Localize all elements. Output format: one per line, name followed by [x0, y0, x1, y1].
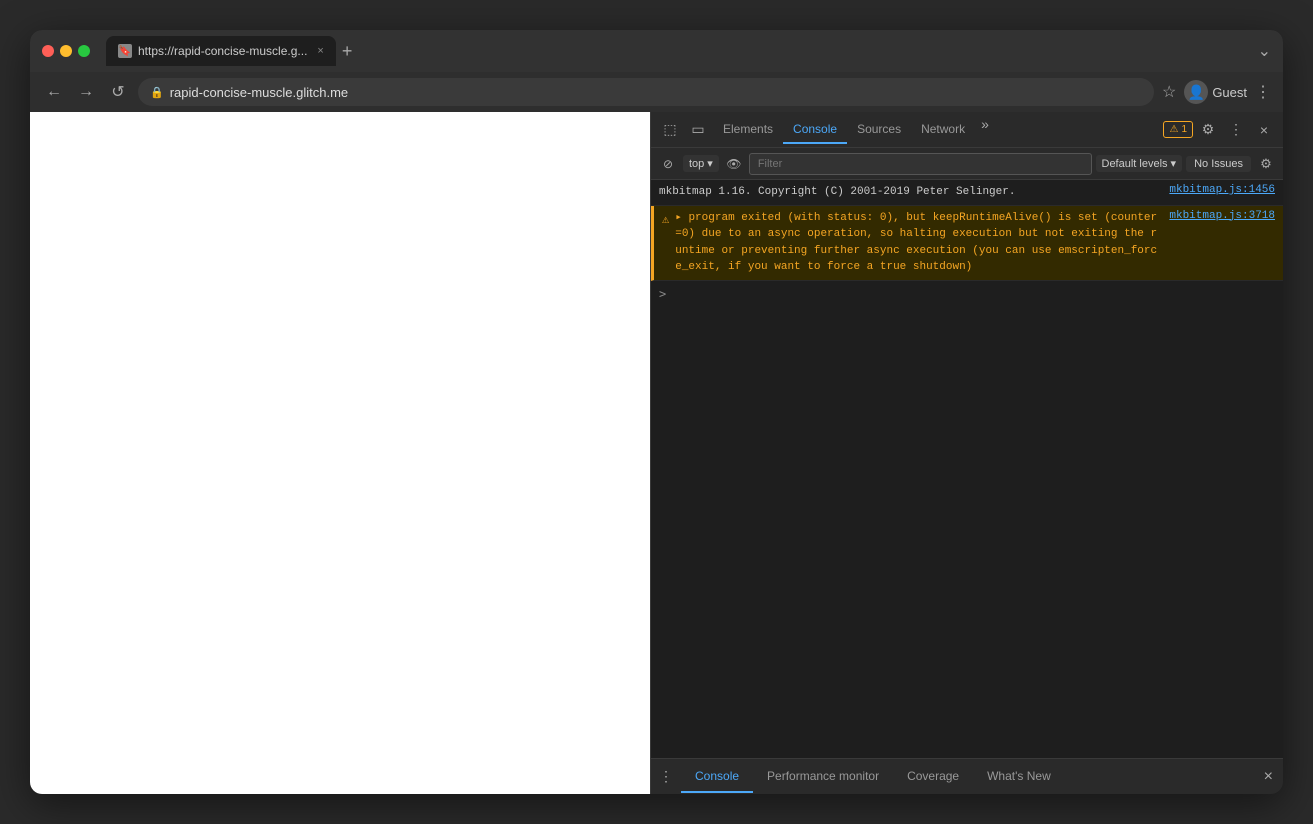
levels-select[interactable]: Default levels ▾	[1096, 155, 1183, 172]
user-profile-button[interactable]: 👤 Guest	[1184, 80, 1247, 104]
warning-icon: ⚠	[1169, 124, 1178, 135]
context-select[interactable]: top ▾	[683, 155, 719, 172]
back-button[interactable]: ←	[42, 80, 66, 104]
warning-triangle-icon: ⚠	[662, 212, 669, 227]
devtools-tabs: Elements Console Sources Network »	[713, 116, 1161, 144]
reload-button[interactable]: ↺	[106, 80, 130, 104]
tab-favicon: 🔖	[118, 44, 132, 58]
chrome-menu-icon[interactable]: ⋮	[1255, 82, 1271, 102]
levels-label: Default levels	[1102, 158, 1168, 170]
drawer-tabs: Console Performance monitor Coverage Wha…	[681, 761, 1065, 793]
minimize-traffic-light[interactable]	[60, 45, 72, 57]
levels-arrow-icon: ▾	[1171, 157, 1177, 170]
console-toolbar: ⊘ top ▾ 👁 Default levels ▾ No Issues ⚙	[651, 148, 1283, 180]
tab-network[interactable]: Network	[911, 116, 975, 144]
tab-url-label: https://rapid-concise-muscle.g...	[138, 44, 307, 58]
new-tab-button[interactable]: +	[342, 42, 353, 60]
console-output: mkbitmap 1.16. Copyright (C) 2001-2019 P…	[651, 180, 1283, 758]
browser-window: 🔖 https://rapid-concise-muscle.g... × + …	[30, 30, 1283, 794]
address-text: rapid-concise-muscle.glitch.me	[170, 85, 348, 100]
device-emulation-icon[interactable]: ▭	[685, 117, 711, 143]
devtools-settings-icon[interactable]: ⚙	[1195, 117, 1221, 143]
lock-icon: 🔒	[150, 86, 164, 99]
traffic-lights	[42, 45, 90, 57]
drawer-close-button[interactable]: ×	[1254, 768, 1283, 786]
more-tabs-button[interactable]: »	[975, 116, 995, 144]
clear-console-button[interactable]: ⊘	[657, 153, 679, 175]
tab-close-button[interactable]: ×	[317, 45, 323, 57]
drawer-tab-coverage[interactable]: Coverage	[893, 761, 973, 793]
devtools-toolbar: ⬚ ▭ Elements Console Sources Network	[651, 112, 1283, 148]
address-bar[interactable]: 🔒 rapid-concise-muscle.glitch.me	[138, 78, 1154, 106]
console-message-text-2: ▸ program exited (with status: 0), but k…	[675, 210, 1163, 276]
filter-input[interactable]	[749, 153, 1092, 175]
tab-console[interactable]: Console	[783, 116, 847, 144]
avatar: 👤	[1184, 80, 1208, 104]
console-link-1[interactable]: mkbitmap.js:1456	[1169, 184, 1275, 196]
devtools-close-button[interactable]: ×	[1251, 117, 1277, 143]
nav-bar: ← → ↺ 🔒 rapid-concise-muscle.glitch.me ☆…	[30, 72, 1283, 112]
drawer-tab-whats-new[interactable]: What's New	[973, 761, 1065, 793]
inspect-element-icon[interactable]: ⬚	[657, 117, 683, 143]
tabs-area: 🔖 https://rapid-concise-muscle.g... × +	[106, 36, 1250, 66]
console-message-2: ⚠ ▸ program exited (with status: 0), but…	[651, 206, 1283, 281]
profile-label: Guest	[1212, 85, 1247, 100]
warning-badge[interactable]: ⚠ 1	[1163, 121, 1193, 138]
devtools-drawer: ⋮ Console Performance monitor Coverage W…	[651, 758, 1283, 794]
console-message-text-1: mkbitmap 1.16. Copyright (C) 2001-2019 P…	[659, 184, 1163, 201]
console-message-1: mkbitmap 1.16. Copyright (C) 2001-2019 P…	[651, 180, 1283, 206]
close-traffic-light[interactable]	[42, 45, 54, 57]
no-issues-label: No Issues	[1194, 158, 1243, 170]
maximize-traffic-light[interactable]	[78, 45, 90, 57]
bookmark-icon[interactable]: ☆	[1162, 82, 1176, 102]
devtools-more-options-icon[interactable]: ⋮	[1223, 117, 1249, 143]
devtools-right-buttons: ⚠ 1 ⚙ ⋮ ×	[1163, 117, 1277, 143]
console-link-2[interactable]: mkbitmap.js:3718	[1169, 210, 1275, 222]
console-settings-icon[interactable]: ⚙	[1255, 153, 1277, 175]
main-content: ⬚ ▭ Elements Console Sources Network	[30, 112, 1283, 794]
page-area	[30, 112, 650, 794]
window-expand-icon[interactable]: ⌄	[1258, 41, 1271, 61]
drawer-menu-icon[interactable]: ⋮	[651, 768, 681, 785]
context-arrow-icon: ▾	[707, 157, 713, 170]
title-bar: 🔖 https://rapid-concise-muscle.g... × + …	[30, 30, 1283, 72]
nav-right: ☆ 👤 Guest ⋮	[1162, 80, 1271, 104]
warning-count: 1	[1181, 124, 1187, 135]
no-issues-button[interactable]: No Issues	[1186, 156, 1251, 172]
devtools-panel: ⬚ ▭ Elements Console Sources Network	[650, 112, 1283, 794]
tab-sources[interactable]: Sources	[847, 116, 911, 144]
drawer-tab-console[interactable]: Console	[681, 761, 753, 793]
console-input-line: >	[651, 281, 1283, 307]
context-value: top	[689, 158, 704, 170]
forward-button[interactable]: →	[74, 80, 98, 104]
tab-elements[interactable]: Elements	[713, 116, 783, 144]
browser-tab[interactable]: 🔖 https://rapid-concise-muscle.g... ×	[106, 36, 336, 66]
eye-icon[interactable]: 👁	[723, 153, 745, 175]
drawer-tab-performance-monitor[interactable]: Performance monitor	[753, 761, 893, 793]
console-prompt-symbol: >	[659, 287, 666, 301]
